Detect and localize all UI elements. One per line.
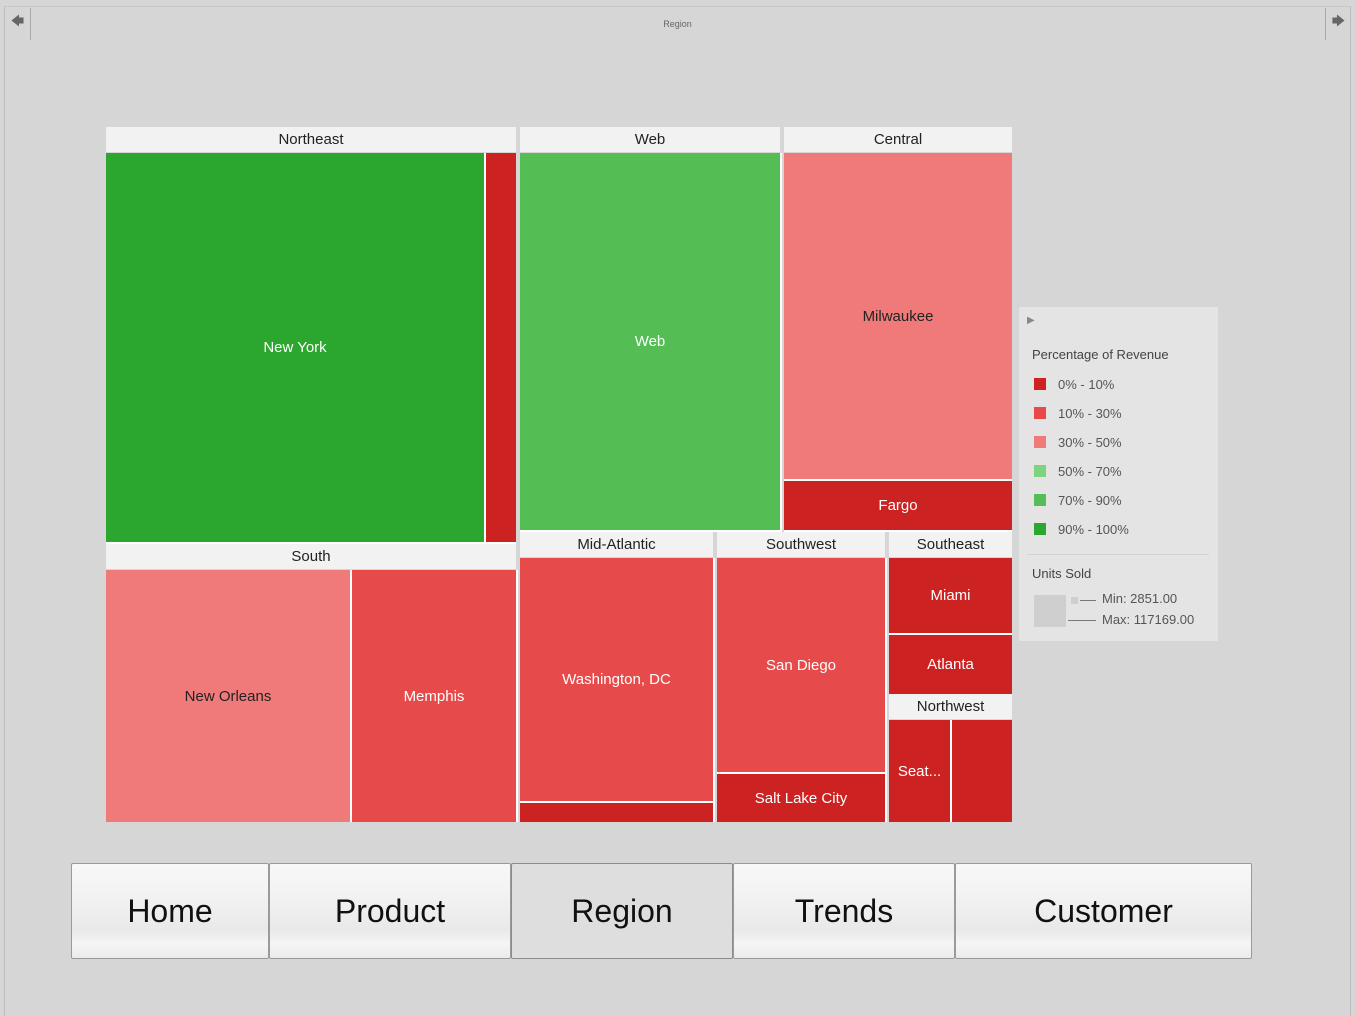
legend-item-label: 50% - 70%: [1058, 463, 1122, 479]
treemap-cell-new-orleans[interactable]: New Orleans: [106, 570, 352, 822]
legend-item-label: 30% - 50%: [1058, 434, 1122, 450]
legend-title: Percentage of Revenue: [1032, 347, 1169, 362]
legend-swatch: [1034, 436, 1046, 448]
group-header-web[interactable]: Web: [520, 127, 780, 152]
legend-min: Min: 2851.00: [1102, 591, 1178, 606]
treemap-cell-washington-dc[interactable]: Washington, DC: [520, 558, 715, 803]
treemap-cell-salt-lake-city[interactable]: Salt Lake City: [717, 774, 887, 822]
treemap-cell-memphis[interactable]: Memphis: [352, 570, 518, 822]
treemap-cell-fargo[interactable]: Fargo: [784, 481, 1012, 532]
treemap-cell-seattle[interactable]: Seat...: [889, 720, 952, 822]
legend-item: 90% - 100%: [1034, 521, 1129, 537]
legend-item: 70% - 90%: [1034, 492, 1122, 508]
treemap-cell-milwaukee[interactable]: Milwaukee: [784, 153, 1012, 481]
tab-bar: Home Product Region Trends Customer: [71, 863, 1252, 959]
legend-line-min: [1080, 600, 1096, 601]
legend-item: 10% - 30%: [1034, 405, 1122, 421]
legend-item-label: 10% - 30%: [1058, 405, 1122, 421]
tab-home[interactable]: Home: [71, 863, 269, 959]
treemap-cell-web[interactable]: Web: [520, 153, 782, 532]
legend-item-label: 0% - 10%: [1058, 376, 1115, 392]
legend-max: Max: 117169.00: [1102, 612, 1195, 627]
legend-units-title: Units Sold: [1032, 566, 1092, 581]
size-swatch-large: [1034, 595, 1066, 627]
group-header-southeast[interactable]: Southeast: [889, 532, 1012, 557]
legend-divider: [1027, 554, 1209, 555]
tab-product[interactable]: Product: [269, 863, 511, 959]
treemap-cell-northeast-small[interactable]: [486, 153, 516, 544]
legend-line-max: [1068, 620, 1096, 621]
tab-customer[interactable]: Customer: [955, 863, 1252, 959]
treemap-cell-miami[interactable]: Miami: [889, 558, 1012, 635]
legend-item: 0% - 10%: [1034, 376, 1114, 392]
group-header-northwest[interactable]: Northwest: [889, 694, 1012, 719]
treemap-cell-mid-atlantic-small[interactable]: [520, 803, 715, 822]
treemap-cell-new-york[interactable]: New York: [106, 153, 486, 544]
legend-item-label: 70% - 90%: [1058, 492, 1122, 508]
treemap-cell-san-diego[interactable]: San Diego: [717, 558, 887, 774]
legend-item-label: 90% - 100%: [1058, 521, 1129, 537]
legend-swatch: [1034, 378, 1046, 390]
legend-item: 50% - 70%: [1034, 463, 1122, 479]
legend-swatch: [1034, 407, 1046, 419]
legend-swatch: [1034, 465, 1046, 477]
legend-item: 30% - 50%: [1034, 434, 1122, 450]
size-swatch-small: [1071, 597, 1078, 604]
treemap-cell-atlanta[interactable]: Atlanta: [889, 635, 1012, 694]
tab-trends[interactable]: Trends: [733, 863, 955, 959]
group-header-northeast[interactable]: Northeast: [106, 127, 516, 152]
group-header-south[interactable]: South: [106, 544, 516, 569]
legend-panel: ▶ Percentage of Revenue 0% - 10% 10% - 30…: [1019, 307, 1218, 641]
page-title: Region: [663, 19, 692, 29]
treemap-cell-northwest-small[interactable]: [952, 720, 1012, 822]
legend-swatch: [1034, 523, 1046, 535]
tab-region[interactable]: Region: [511, 863, 733, 959]
legend-swatch: [1034, 494, 1046, 506]
group-header-southwest[interactable]: Southwest: [717, 532, 885, 557]
expand-triangle-icon[interactable]: ▶: [1027, 315, 1035, 326]
group-header-mid-atlantic[interactable]: Mid-Atlantic: [520, 532, 713, 557]
group-header-central[interactable]: Central: [784, 127, 1012, 152]
